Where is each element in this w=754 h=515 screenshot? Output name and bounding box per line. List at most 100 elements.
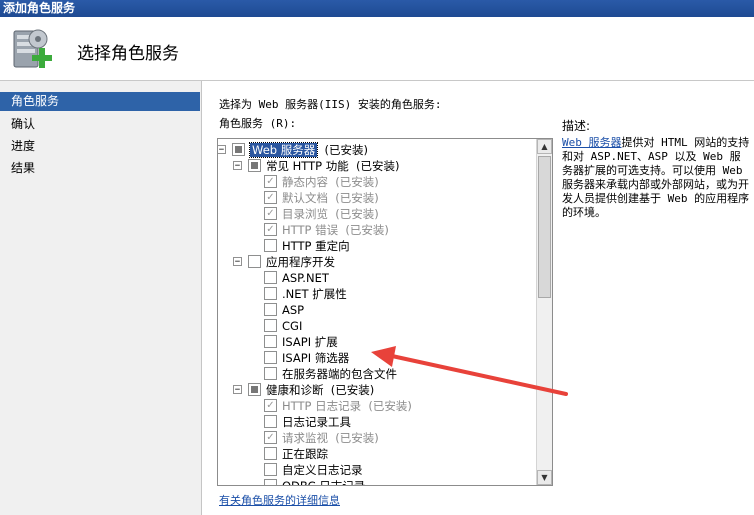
step-results[interactable]: 结果 [0,159,200,178]
tree-checkbox[interactable] [248,383,261,396]
tree-checkbox: ✓ [264,175,277,188]
tree-checkbox[interactable] [264,415,277,428]
tree-checkbox[interactable] [232,143,245,156]
tree-node[interactable]: 日志记录工具 [218,414,536,430]
tree-node-name: 常见 HTTP 功能 [266,159,349,173]
tree-checkbox[interactable] [248,255,261,268]
tree-node-name: ISAPI 筛选器 [282,351,350,365]
tree-node[interactable]: ✓ 静态内容 (已安装) [218,174,536,190]
tree-node[interactable]: − Web 服务器 (已安装) [218,142,536,158]
tree-node-label: HTTP 日志记录 (已安装) [282,398,412,414]
tree-node-status: (已安装) [328,191,379,205]
tree-node-status: (已安装) [323,383,375,397]
tree-node-label: HTTP 重定向 [282,238,350,254]
description-text: Web 服务器提供对 HTML 网站的支持和对 ASP.NET、ASP 以及 W… [562,136,750,220]
tree-node[interactable]: ✓ 默认文档 (已安装) [218,190,536,206]
tree-node-name: ODBC 日志记录 [282,479,366,486]
tree-node-label: .NET 扩展性 [282,286,347,302]
tree-node[interactable]: 自定义日志记录 [218,462,536,478]
tree-node[interactable]: − 应用程序开发 [218,254,536,270]
tree-node[interactable]: ✓ HTTP 错误 (已安装) [218,222,536,238]
tree-node[interactable]: − 常见 HTTP 功能 (已安装) [218,158,536,174]
tree-node-label: ISAPI 筛选器 [282,350,349,366]
tree-node[interactable]: ASP [218,302,536,318]
tree-node-name: CGI [282,319,303,333]
tree-node-label: 自定义日志记录 [282,462,363,478]
tree-node-label: 健康和诊断 (已安装) [266,382,374,398]
tree-expander-icon[interactable]: − [233,385,242,395]
tree-node-status: (已安装) [328,431,379,445]
tree-expander-icon[interactable]: − [233,257,242,267]
wizard-header: 选择角色服务 [0,17,754,81]
tree-checkbox[interactable] [264,351,277,364]
role-services-tree[interactable]: ODBC 日志记录 自定义日志记录 正在跟踪 ✓ 请求监视 (已安装) 日志记录工具 ✓ HT… [217,138,553,486]
tree-checkbox[interactable] [264,447,277,460]
tree-node-label: CGI [282,318,302,334]
tree-checkbox[interactable] [264,463,277,476]
tree-checkbox[interactable] [264,303,277,316]
main-panel: 选择为 Web 服务器(IIS) 安装的角色服务: 角色服务 (R): ODBC… [202,81,754,515]
tree-expander-icon[interactable]: − [218,145,226,155]
tree-node-name: 默认文档 [282,191,328,205]
tree-node[interactable]: ISAPI 扩展 [218,334,536,350]
tree-checkbox[interactable] [264,287,277,300]
scroll-thumb[interactable] [538,156,551,298]
instruction-text: 选择为 Web 服务器(IIS) 安装的角色服务: [219,98,442,111]
tree-node-label: ASP.NET [282,270,329,286]
tree-scrollbar[interactable]: ▲ ▼ [536,139,552,485]
tree-node[interactable]: ✓ 目录浏览 (已安装) [218,206,536,222]
tree-node-name: ASP.NET [282,271,329,285]
tree-node[interactable]: ✓ HTTP 日志记录 (已安装) [218,398,536,414]
tree-node[interactable]: 在服务器端的包含文件 [218,366,536,382]
tree-node[interactable]: 正在跟踪 [218,446,536,462]
tree-expander-icon[interactable]: − [233,161,242,171]
tree-checkbox[interactable] [248,159,261,172]
step-role-services[interactable]: 角色服务 [0,92,200,111]
tree-node-name: 请求监视 [282,431,328,445]
tree-node-name: 健康和诊断 [266,383,324,397]
tree-node-name: 静态内容 [282,175,328,189]
more-info-link[interactable]: 有关角色服务的详细信息 [219,492,340,508]
tree-node-status: (已安装) [317,143,369,157]
tree-node[interactable]: ✓ 请求监视 (已安装) [218,430,536,446]
tree-node[interactable]: − 健康和诊断 (已安装) [218,382,536,398]
tree-checkbox[interactable] [264,271,277,284]
tree-node-label: 目录浏览 (已安装) [282,206,379,222]
scroll-up-icon[interactable]: ▲ [537,139,552,154]
tree-node[interactable]: CGI [218,318,536,334]
tree-node-status: (已安装) [348,159,400,173]
tree-node-name: 自定义日志记录 [282,463,363,477]
tree-checkbox: ✓ [264,207,277,220]
tree-checkbox[interactable] [264,479,277,485]
description-label: 描述: [562,119,591,133]
tree-node-label: 静态内容 (已安装) [282,174,379,190]
tree-node-label: Web 服务器 (已安装) [248,142,369,158]
tree-node[interactable]: ASP.NET [218,270,536,286]
tree-node-label: ISAPI 扩展 [282,334,338,350]
tree-node-status: (已安装) [338,223,389,237]
tree-node-label: 应用程序开发 [266,254,335,270]
tree-node[interactable]: .NET 扩展性 [218,286,536,302]
step-confirm[interactable]: 确认 [0,115,200,134]
tree-node-label: 常见 HTTP 功能 (已安装) [266,158,400,174]
step-progress[interactable]: 进度 [0,137,200,156]
description-link[interactable]: Web 服务器 [562,136,622,149]
page-title: 选择角色服务 [77,44,179,64]
tree-checkbox[interactable] [264,367,277,380]
tree-checkbox[interactable] [264,239,277,252]
tree-node-label: 默认文档 (已安装) [282,190,379,206]
tree-node[interactable]: ODBC 日志记录 [218,478,536,486]
tree-checkbox[interactable] [264,335,277,348]
scroll-down-icon[interactable]: ▼ [537,470,552,485]
tree-node-name: ASP [282,303,305,317]
tree-node[interactable]: ISAPI 筛选器 [218,350,536,366]
tree-node-status: (已安装) [328,175,379,189]
role-services-label: 角色服务 (R): [219,117,297,130]
window-title: 添加角色服务 [0,0,754,17]
tree-checkbox[interactable] [264,319,277,332]
tree-node-name: HTTP 重定向 [282,239,350,253]
tree-node[interactable]: HTTP 重定向 [218,238,536,254]
tree-node-name: 目录浏览 [282,207,328,221]
tree-node-name: .NET 扩展性 [282,287,347,301]
tree-node-status: (已安装) [361,399,412,413]
